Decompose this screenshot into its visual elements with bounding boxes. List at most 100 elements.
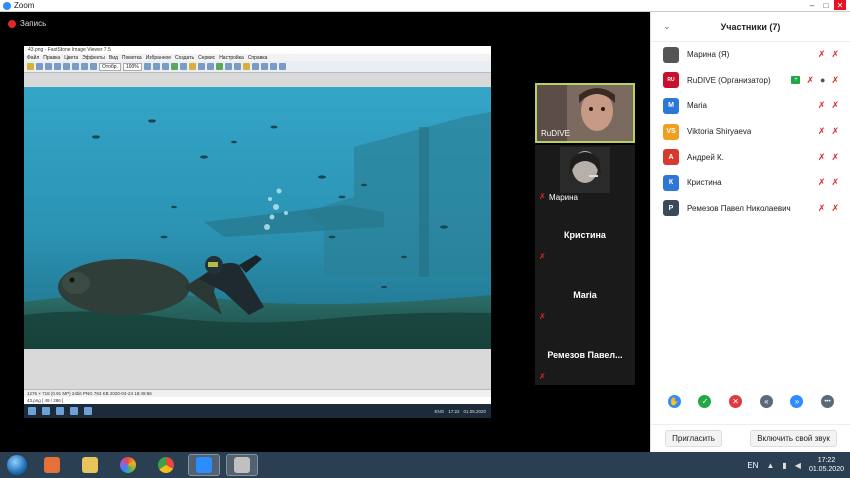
viewer-menu-item[interactable]: Настройка [219,55,244,61]
meeting-area: Запись 43.png - FastStone Image Viewer 7… [0,12,650,452]
no-icon[interactable]: ✕ [729,395,743,408]
video-tile-maria[interactable]: Maria ✗ [535,265,635,325]
video-tile-marina[interactable]: ✗ Марина [535,145,635,205]
settings-icon[interactable] [251,63,259,70]
resize-icon[interactable] [161,63,169,70]
crop-icon[interactable] [152,63,160,70]
viewer-menu-item[interactable]: Файл [27,55,39,61]
compare-icon[interactable] [206,63,214,70]
viewer-menu-item[interactable]: Избранное [146,55,171,61]
video-off-icon[interactable]: ✗ [831,75,839,86]
color-icon[interactable] [170,63,178,70]
video-off-icon[interactable]: ✗ [806,75,814,86]
muted-mic-icon[interactable]: ✗ [818,49,826,60]
unmute-self-button[interactable]: Включить свой звук [750,430,837,447]
tile-name: RuDIVE [541,129,570,138]
participant-avatar: RU [663,72,679,89]
next-icon[interactable] [54,63,61,70]
participant-row[interactable]: RU RuDIVE (Организатор) + ✗ ● ✗ [651,68,850,94]
close-button[interactable]: ✕ [834,0,846,10]
muted-mic-icon[interactable]: ✗ [818,152,826,163]
text-icon[interactable] [197,63,205,70]
participants-list: Марина (Я) ✗ ✗ RU RuDIVE (Организатор) +… [651,42,850,221]
video-tile-kristina[interactable]: Кристина ✗ [535,205,635,265]
print-icon[interactable] [233,63,241,70]
participant-row[interactable]: К Кристина ✗ ✗ [651,170,850,196]
language-indicator[interactable]: EN [747,461,758,470]
taskbar-chrome[interactable] [150,454,182,476]
more-icon[interactable]: ••• [821,395,835,408]
start-button[interactable] [4,452,30,478]
viewer-menu-item[interactable]: Правка [43,55,60,61]
shared-time: 17:22 [448,408,460,414]
video-off-icon[interactable]: ✗ [831,126,839,137]
video-tile-rudive[interactable]: RuDIVE [535,83,635,143]
open-folder-icon[interactable] [27,63,34,70]
minimize-button[interactable]: – [806,0,818,10]
yes-icon[interactable]: ✓ [698,395,712,408]
help-icon[interactable] [278,63,286,70]
underwater-scene-image [24,87,491,349]
draw-icon[interactable] [188,63,196,70]
paint-icon [234,457,250,473]
shared-screen[interactable]: 43.png - FastStone Image Viewer 7.5 Файл… [24,46,491,418]
muted-mic-icon[interactable]: ✗ [818,126,826,137]
fit-icon[interactable] [90,63,97,70]
system-tray: EN ▲ ▮ ◀ 17:22 01.05.2020 [747,452,844,478]
delete-icon[interactable] [260,63,268,70]
participant-row[interactable]: M Maria ✗ ✗ [651,93,850,119]
viewer-menu-item[interactable]: Пометка [122,55,142,61]
participant-row[interactable]: Р Ремезов Павел Николаевич ✗ ✗ [651,196,850,222]
recording-indicator[interactable]: Запись [8,19,46,28]
taskbar-zoom[interactable] [188,454,220,476]
zoom-select[interactable]: 100% [122,62,142,71]
email-icon[interactable] [224,63,232,70]
tray-arrow-icon[interactable]: ▲ [766,461,774,470]
save-icon[interactable] [242,63,250,70]
taskbar-explorer[interactable] [74,454,106,476]
fullscreen-icon[interactable] [269,63,277,70]
shared-explorer-icon [42,407,50,415]
video-off-icon[interactable]: ✗ [831,100,839,111]
prev-icon[interactable] [45,63,52,70]
taskbar-media-player[interactable] [36,454,68,476]
zoom-out-icon[interactable] [72,63,79,70]
muted-mic-icon[interactable]: ✗ [818,203,826,214]
viewer-menu-item[interactable]: Эффекты [82,55,105,61]
viewer-menu-item[interactable]: Вид [109,55,118,61]
muted-mic-icon[interactable]: ✗ [818,177,826,188]
rotate-icon[interactable] [81,63,88,70]
muted-mic-icon[interactable]: ✗ [818,100,826,111]
undo-icon[interactable] [143,63,151,70]
participant-row[interactable]: Марина (Я) ✗ ✗ [651,42,850,68]
participant-row[interactable]: VS Viktoria Shiryaeva ✗ ✗ [651,119,850,145]
effects-icon[interactable] [179,63,187,70]
viewer-menu-item[interactable]: Справка [248,55,268,61]
video-off-icon[interactable]: ✗ [831,203,839,214]
invite-button[interactable]: Пригласить [665,430,722,447]
slower-icon[interactable]: « [759,395,773,408]
zoom-in-icon[interactable] [63,63,70,70]
raise-hand-icon[interactable]: ✋ [667,395,681,408]
video-off-icon[interactable]: ✗ [831,177,839,188]
taskbar-paint[interactable] [226,454,258,476]
mic-on-icon[interactable]: ● [820,75,825,85]
fit-label[interactable]: Отобр. [99,62,121,71]
maximize-button[interactable]: □ [820,0,832,10]
taskbar-picasa[interactable] [112,454,144,476]
participant-row[interactable]: А Андрей К. ✗ ✗ [651,144,850,170]
video-off-icon[interactable]: ✗ [831,152,839,163]
volume-icon[interactable]: ◀ [795,461,801,470]
viewer-menu-item[interactable]: Создать [175,55,194,61]
browse-icon[interactable] [36,63,43,70]
underwater-photo [24,87,491,349]
viewer-menu-item[interactable]: Цвета [64,55,78,61]
network-icon[interactable]: ▮ [782,461,786,470]
viewer-menu-item[interactable]: Сервис [198,55,215,61]
video-tile-remezov[interactable]: Ремезов Павел... ✗ [535,325,635,385]
slideshow-icon[interactable] [215,63,223,70]
collapse-chevron-icon[interactable]: ⌄ [663,21,671,32]
faster-icon[interactable]: » [790,395,804,408]
clock[interactable]: 17:22 01.05.2020 [809,456,844,474]
video-off-icon[interactable]: ✗ [831,49,839,60]
